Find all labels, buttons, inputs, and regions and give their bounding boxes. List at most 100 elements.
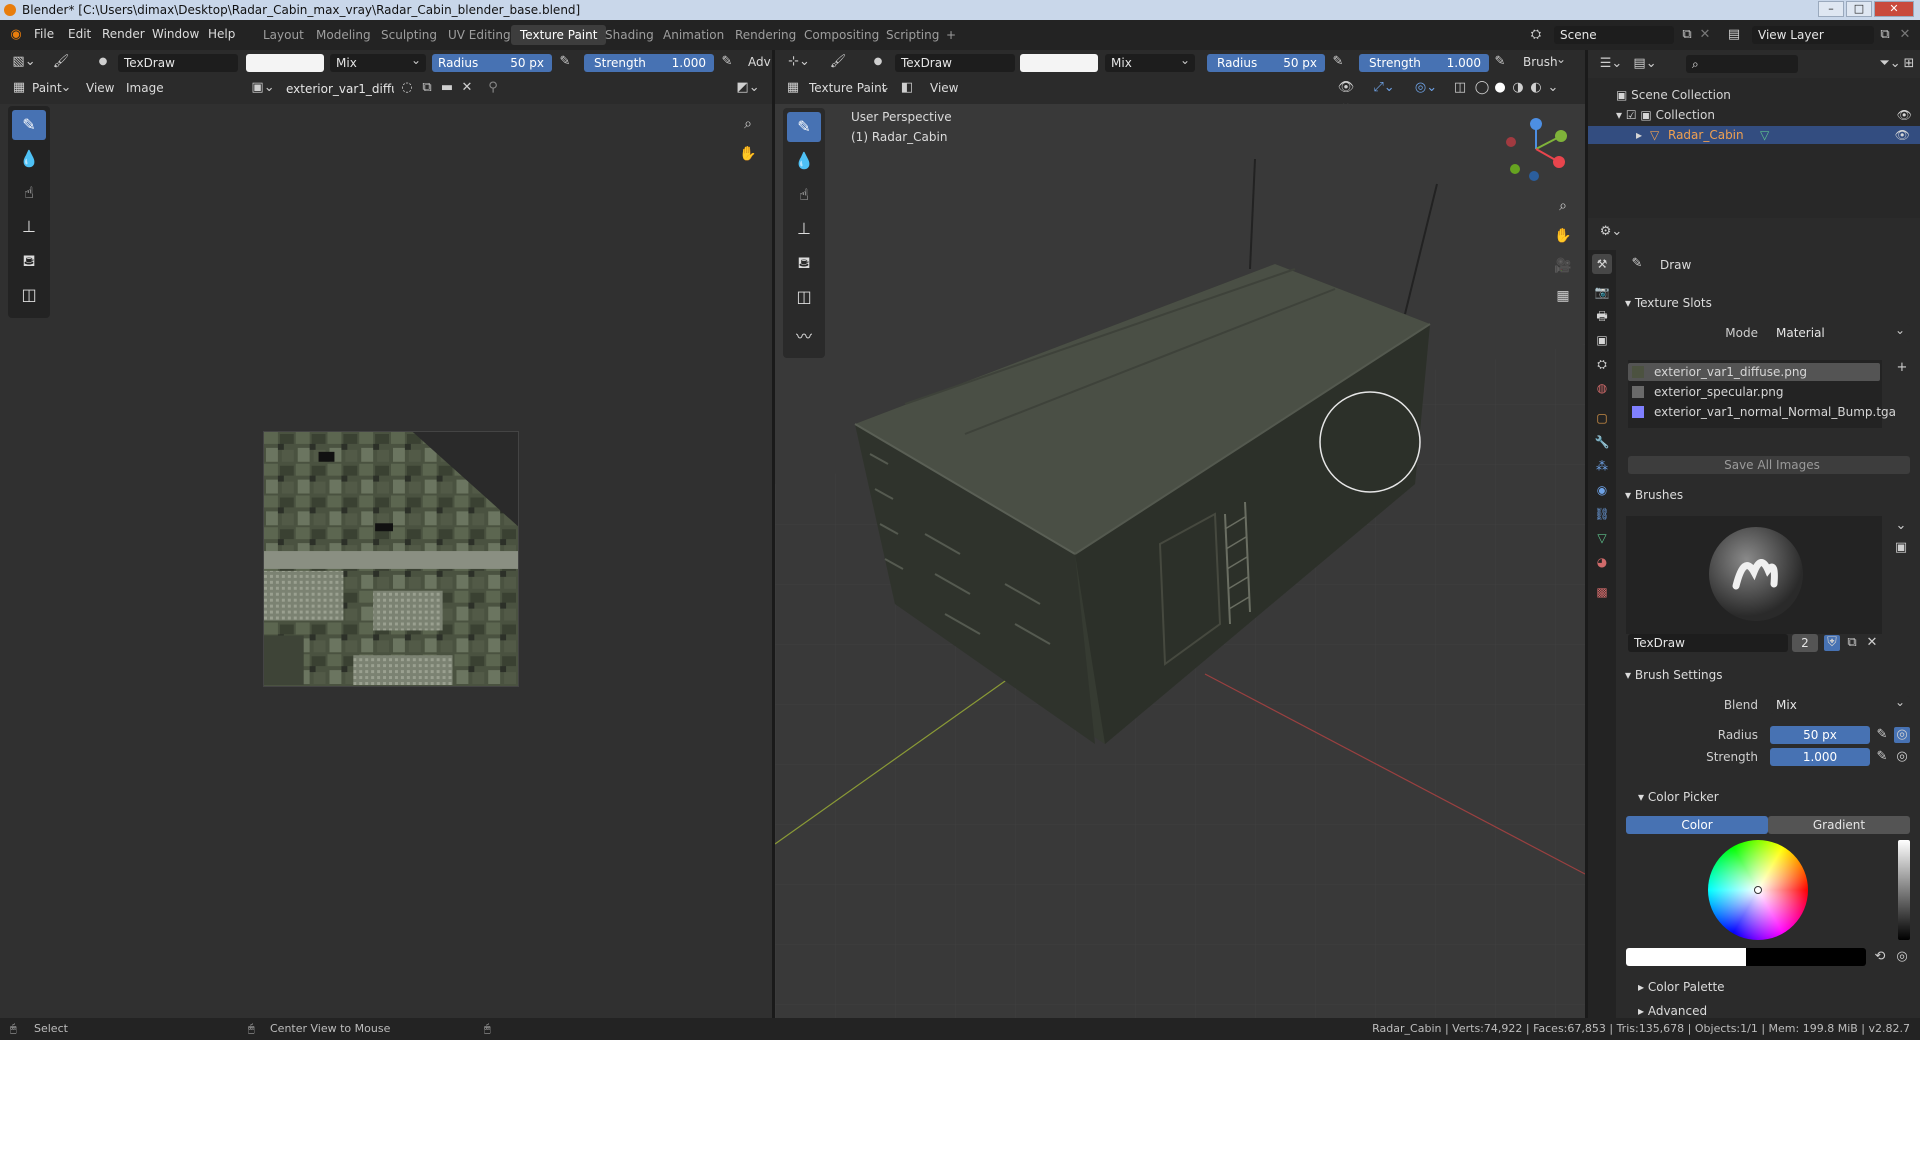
color-picker-subpanel-header[interactable]: ▾ Color Picker [1638, 790, 1719, 804]
mesh-data-icon[interactable]: ▽ [1760, 126, 1769, 144]
data-tab-icon[interactable]: ▽ [1592, 528, 1612, 548]
brush-preview-area[interactable] [1626, 516, 1882, 634]
overlays-icon[interactable]: ◎⌄ [1411, 80, 1441, 96]
output-tab-icon[interactable]: 🖶 [1592, 306, 1612, 326]
viewport-strength-pressure-icon[interactable]: ✎ [1491, 54, 1509, 70]
viewport-pan-icon[interactable]: ✋ [1551, 224, 1575, 248]
particles-tab-icon[interactable]: ⁂ [1592, 456, 1612, 476]
mask-tool-icon[interactable]: ◫ [12, 280, 46, 310]
tool-tab-icon[interactable]: ⚒ [1592, 254, 1612, 274]
pin-icon[interactable]: ⚲ [484, 80, 502, 96]
fake-user-shield-icon[interactable]: ⛨ [1824, 635, 1840, 651]
viewport-fill-tool-icon[interactable]: ⛾ [787, 248, 821, 278]
viewport-mask-tool-icon[interactable]: ◫ [787, 282, 821, 312]
props-radius-pressure-icon[interactable]: ✎ [1874, 727, 1890, 743]
props-radius-slider[interactable]: 50 px [1770, 726, 1870, 744]
blend-dropdown[interactable]: Mix [330, 54, 426, 72]
add-workspace-button[interactable]: + [937, 25, 965, 45]
maximize-button[interactable]: □ [1846, 1, 1872, 17]
tab-sculpting[interactable]: Sculpting [372, 25, 446, 45]
swap-colors-icon[interactable]: ⟲ [1872, 949, 1888, 965]
display-mode-icon[interactable]: ▤⌄ [1632, 56, 1658, 72]
mode-dropdown[interactable]: Paint [32, 81, 62, 95]
menu-help[interactable]: Help [208, 27, 235, 41]
smear-tool-icon[interactable]: ☝ [12, 178, 46, 208]
advanced-subpanel-header[interactable]: ▸ Advanced [1638, 1004, 1707, 1018]
props-strength-unified-icon[interactable]: ◎ [1894, 749, 1910, 765]
radius-slider[interactable]: Radius 50 px [432, 54, 552, 72]
object-expand-arrow-icon[interactable]: ▸ [1636, 126, 1642, 144]
tab-texture-paint[interactable]: Texture Paint [511, 25, 607, 45]
tab-compositing[interactable]: Compositing [795, 25, 888, 45]
save-all-images-button[interactable]: Save All Images [1628, 456, 1910, 474]
view-layer-field[interactable]: View Layer [1752, 26, 1874, 44]
props-strength-pressure-icon[interactable]: ✎ [1874, 749, 1890, 765]
color-palette-subpanel-header[interactable]: ▸ Color Palette [1638, 980, 1725, 994]
open-image-icon[interactable]: ▬ [438, 80, 456, 96]
object-tab-icon[interactable]: ▢ [1592, 408, 1612, 428]
value-slider[interactable] [1898, 840, 1910, 940]
world-tab-icon[interactable]: ◍ [1592, 378, 1612, 398]
brush-menu[interactable]: Brush [1523, 52, 1571, 69]
rendered-shading-icon[interactable]: ◐ [1527, 80, 1545, 96]
props-strength-slider[interactable]: 1.000 [1770, 748, 1870, 766]
image-browse-icon[interactable]: ▣⌄ [250, 80, 276, 96]
viewport-brush-name-field[interactable]: TexDraw [895, 54, 1015, 72]
advanced-menu[interactable]: Adv [748, 55, 771, 69]
viewport-menu-view[interactable]: View [930, 81, 958, 95]
material-tab-icon[interactable]: ◕ [1592, 552, 1612, 572]
object-eye-icon[interactable]: 👁 [1895, 126, 1910, 144]
annotate-tool-icon[interactable]: 〰 [787, 322, 821, 352]
unlink-image-icon[interactable]: ✕ [458, 80, 476, 96]
tab-layout[interactable]: Layout [254, 25, 313, 45]
texture-slot-row[interactable]: exterior_var1_normal_Normal_Bump.tga [1628, 403, 1896, 421]
tab-uv-editing[interactable]: UV Editing [439, 25, 520, 45]
viewport-radius-pressure-icon[interactable]: ✎ [1329, 54, 1347, 70]
shading-options-chevron-icon[interactable]: ⌄ [1547, 80, 1559, 96]
draw-tool-icon[interactable]: ✎ [12, 110, 46, 140]
new-image-icon[interactable]: ⧉ [418, 80, 436, 96]
brush-color-swatch[interactable] [246, 54, 324, 72]
scene-tab-icon[interactable]: ⛭ [1592, 354, 1612, 374]
editor-type-icon[interactable]: ▧⌄ [10, 54, 38, 70]
new-collection-icon[interactable]: ⊞ [1900, 56, 1918, 72]
remove-scene-icon[interactable]: ✕ [1696, 27, 1714, 43]
duplicate-brush-icon[interactable]: ⧉ [1844, 635, 1860, 651]
ortho-toggle-icon[interactable]: ▦ [1551, 284, 1575, 308]
texture-slot-row[interactable]: exterior_var1_diffuse.png [1628, 363, 1880, 381]
menu-render[interactable]: Render [102, 27, 145, 41]
props-blend-dropdown[interactable]: Mix [1770, 696, 1910, 714]
menu-window[interactable]: Window [152, 27, 199, 41]
tab-modeling[interactable]: Modeling [307, 25, 380, 45]
constraints-tab-icon[interactable]: ⛓ [1592, 504, 1612, 524]
menu-image[interactable]: Image [126, 81, 164, 95]
radius-pressure-icon[interactable]: ✎ [556, 54, 574, 70]
brush-list-chevron-icon[interactable]: ⌄ [1892, 518, 1910, 534]
brush-settings-panel-header[interactable]: ▾ Brush Settings [1625, 668, 1723, 682]
tab-shading[interactable]: Shading [596, 25, 663, 45]
brush-name-field-props[interactable]: TexDraw [1628, 634, 1788, 652]
menu-file[interactable]: File [34, 27, 54, 41]
texture-tab-icon[interactable]: ▩ [1592, 582, 1612, 602]
texture-slots-panel-header[interactable]: ▾ Texture Slots [1625, 296, 1712, 310]
physics-tab-icon[interactable]: ◉ [1592, 480, 1612, 500]
viewport-radius-slider[interactable]: Radius 50 px [1207, 54, 1325, 72]
collection-row[interactable]: ▾ ☑ ▣ Collection 👁 [1616, 106, 1916, 124]
unified-color-icon[interactable]: ◎ [1894, 949, 1910, 965]
render-tab-icon[interactable]: 📷 [1592, 282, 1612, 302]
color-tab[interactable]: Color [1626, 816, 1768, 834]
scene-collection-row[interactable]: ▣ Scene Collection [1616, 86, 1731, 104]
material-shading-icon[interactable]: ◑ [1509, 80, 1527, 96]
new-view-layer-icon[interactable]: ⧉ [1876, 27, 1894, 43]
strength-pressure-icon[interactable]: ✎ [718, 54, 736, 70]
soften-tool-icon[interactable]: 💧 [12, 144, 46, 174]
viewport-strength-slider[interactable]: Strength 1.000 [1359, 54, 1489, 72]
filter-icon[interactable]: ⏷⌄ [1878, 56, 1902, 72]
navigation-gizmo[interactable] [1501, 114, 1571, 184]
brush-users-count[interactable]: 2 [1792, 634, 1818, 652]
viewport-brush-icon[interactable]: 🖌 [829, 54, 847, 70]
add-slot-icon[interactable]: + [1894, 360, 1910, 376]
viewport-brush-color-swatch[interactable] [1020, 54, 1098, 72]
outliner-search-input[interactable]: ⌕ [1686, 55, 1798, 73]
tab-rendering[interactable]: Rendering [726, 25, 805, 45]
